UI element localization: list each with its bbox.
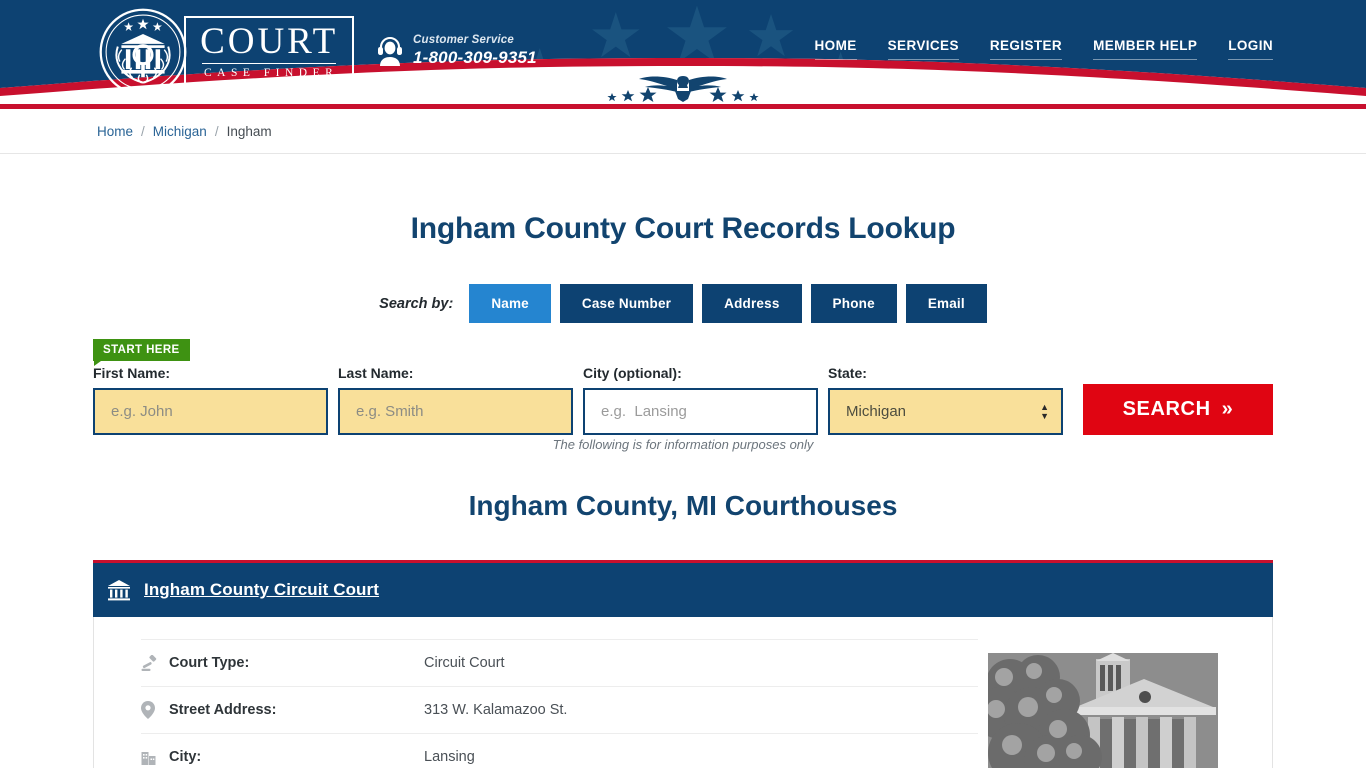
court-card-header: Ingham County Circuit Court <box>93 563 1273 617</box>
court-type-value: Circuit Court <box>424 655 505 671</box>
page-title: Ingham County Court Records Lookup <box>410 212 956 245</box>
tab-name[interactable]: Name <box>469 284 551 323</box>
court-card-body: Court Type: Circuit Court Street Address… <box>93 617 1273 768</box>
state-select[interactable]: Michigan <box>828 388 1063 435</box>
customer-service-label: Customer Service <box>413 34 514 46</box>
tab-email[interactable]: Email <box>905 284 987 323</box>
court-card: Ingham County Circuit Court Court Type: … <box>93 560 1273 768</box>
courthouse-photo-wrapper <box>988 653 1218 768</box>
nav-login[interactable]: LOGIN <box>1228 38 1273 60</box>
court-seal-icon <box>99 8 187 96</box>
breadcrumb-separator: / <box>141 124 145 139</box>
map-pin-icon <box>141 701 169 719</box>
courthouses-section-title: Ingham County, MI Courthouses <box>468 490 898 521</box>
tab-case-number[interactable]: Case Number <box>559 284 694 323</box>
logo-wordmark: COURT CASE FINDER <box>184 15 355 89</box>
main-content: Ingham County Court Records Lookup Searc… <box>93 211 1273 768</box>
breadcrumb-item-ingham: Ingham <box>226 124 272 139</box>
state-label: State: <box>828 365 867 381</box>
court-detail-row-city: City: Lansing <box>141 733 978 768</box>
first-name-label: First Name: <box>93 365 171 381</box>
city-label: City (optional): <box>583 365 682 381</box>
tab-phone[interactable]: Phone <box>810 284 897 323</box>
start-here-badge: START HERE <box>93 339 190 366</box>
search-form: START HERE First Name: Last Name: City (… <box>93 339 1273 435</box>
state-field-group: State: Michigan ▲ ▼ <box>828 365 1063 435</box>
site-logo[interactable]: COURT CASE FINDER <box>98 7 355 97</box>
last-name-input[interactable] <box>338 388 573 435</box>
city-building-icon <box>141 749 169 765</box>
breadcrumb-item-home[interactable]: Home <box>97 124 133 139</box>
nav-register[interactable]: REGISTER <box>989 38 1063 60</box>
courthouse-bank-icon <box>108 580 130 601</box>
search-fields-row: First Name: Last Name: City (optional): … <box>93 365 1273 435</box>
headset-support-icon <box>378 36 402 66</box>
city-input[interactable] <box>583 388 818 435</box>
site-header: ★ ★ ★ ★ ★ COURT CASE FINDER Customer Ser… <box>0 0 1366 104</box>
logo-divider <box>202 62 337 64</box>
nav-member-help[interactable]: MEMBER HELP <box>1093 38 1198 60</box>
court-detail-row-street-address: Street Address: 313 W. Kalamazoo St. <box>141 686 978 733</box>
last-name-label: Last Name: <box>338 365 414 381</box>
city-field-group: City (optional): <box>583 365 818 435</box>
search-button-label: SEARCH <box>1122 398 1211 420</box>
logo-word-casefinder: CASE FINDER <box>204 66 339 79</box>
first-name-input[interactable] <box>93 388 328 435</box>
breadcrumb: Home / Michigan / Ingham <box>93 109 1273 154</box>
customer-service-block: Customer Service 1-800-309-9351 <box>377 33 537 68</box>
court-details-list: Court Type: Circuit Court Street Address… <box>108 639 978 768</box>
nav-services[interactable]: SERVICES <box>887 38 959 60</box>
breadcrumb-separator: / <box>214 124 219 139</box>
first-name-field-group: First Name: <box>93 365 328 435</box>
court-detail-row-court-type: Court Type: Circuit Court <box>141 639 978 686</box>
eagle-emblem-icon <box>607 76 759 102</box>
search-button[interactable]: SEARCH » <box>1083 384 1273 435</box>
logo-word-court: COURT <box>200 20 339 62</box>
gavel-icon <box>141 654 169 672</box>
courthouse-photo <box>988 653 1218 768</box>
chevron-double-right-icon: » <box>1221 398 1234 420</box>
last-name-field-group: Last Name: <box>338 365 573 435</box>
search-by-label: Search by: <box>379 295 454 312</box>
nav-home[interactable]: HOME <box>814 38 857 60</box>
state-select-wrapper: Michigan ▲ ▼ <box>828 388 1063 435</box>
tab-address[interactable]: Address <box>702 284 802 323</box>
court-type-label: Court Type: <box>169 655 250 671</box>
main-navigation: HOME SERVICES REGISTER MEMBER HELP LOGIN <box>814 38 1273 60</box>
street-address-label: Street Address: <box>169 702 277 718</box>
city-detail-label: City: <box>169 749 202 765</box>
street-address-value: 313 W. Kalamazoo St. <box>424 702 568 718</box>
search-by-tabs: Search by: Name Case Number Address Phon… <box>93 284 1273 323</box>
information-purposes-note: The following is for information purpose… <box>552 437 814 452</box>
breadcrumb-item-michigan[interactable]: Michigan <box>153 124 207 139</box>
court-name-link[interactable]: Ingham County Circuit Court <box>144 580 379 600</box>
customer-service-phone[interactable]: 1-800-309-9351 <box>413 48 537 68</box>
city-detail-value: Lansing <box>424 749 475 765</box>
breadcrumb-bar: Home / Michigan / Ingham <box>0 109 1366 154</box>
